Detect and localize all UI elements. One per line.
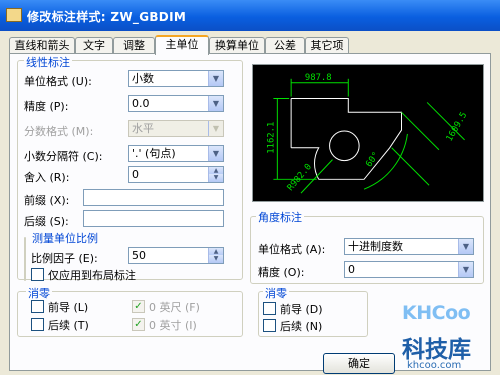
inches-zero-label: 0 英寸 (I) — [149, 319, 197, 332]
fraction-format-select: 水平 ▼ — [128, 120, 224, 137]
watermark-url: khcoo.com — [407, 360, 462, 371]
leading-zero-checkbox[interactable] — [31, 300, 44, 313]
tab-alternate-units[interactable]: 换算单位 — [209, 37, 265, 54]
unit-format-label: 单位格式 (U): — [24, 75, 92, 88]
prefix-label: 前缀 (X): — [24, 194, 70, 207]
angular-unit-format-value: 十进制度数 — [348, 240, 403, 253]
angular-trailing-zero-label: 后续 (N) — [280, 320, 323, 333]
round-off-label: 舍入 (R): — [24, 171, 70, 184]
tab-other[interactable]: 其它项 — [305, 37, 349, 54]
angular-precision-value: 0 — [348, 263, 355, 276]
precision-label: 精度 (P): — [24, 100, 69, 113]
decimal-separator-value: '.' (句点) — [132, 147, 176, 160]
scale-group-title: 测量单位比例 — [30, 230, 100, 246]
spin-down-icon[interactable]: ▼ — [208, 255, 223, 263]
preview-dim-angle: 60° — [364, 150, 381, 169]
chevron-down-icon: ▼ — [208, 71, 223, 86]
tab-lines-arrows[interactable]: 直线和箭头 — [9, 37, 75, 54]
trailing-zero-label: 后续 (T) — [48, 319, 89, 332]
tab-tolerances[interactable]: 公差 — [265, 37, 305, 54]
fraction-format-value: 水平 — [132, 122, 154, 135]
precision-select[interactable]: 0.0 ▼ — [128, 95, 224, 112]
app-icon — [6, 8, 22, 22]
chevron-down-icon: ▼ — [208, 96, 223, 111]
feet-zero-checkbox: ✓ — [132, 300, 145, 313]
angular-unit-format-label: 单位格式 (A): — [258, 243, 326, 256]
scale-factor-spinner[interactable]: 50 ▲ ▼ — [128, 247, 224, 264]
feet-zero-label: 0 英尺 (F) — [149, 301, 200, 314]
unit-format-select[interactable]: 小数 ▼ — [128, 70, 224, 87]
layout-only-checkbox[interactable] — [31, 268, 44, 281]
unit-format-value: 小数 — [132, 72, 154, 85]
angular-group-title: 角度标注 — [256, 209, 304, 225]
prefix-input[interactable] — [83, 189, 224, 206]
tab-text[interactable]: 文字 — [75, 37, 113, 54]
linear-group-title: 线性标注 — [24, 54, 72, 70]
chevron-down-icon: ▼ — [458, 239, 473, 254]
watermark-brand: KHCoo — [402, 302, 471, 324]
decimal-separator-select[interactable]: '.' (句点) ▼ — [128, 145, 224, 162]
fraction-format-label: 分数格式 (M): — [24, 125, 94, 138]
preview-dim-bottom: R982.0 — [286, 162, 314, 193]
suffix-label: 后缀 (S): — [24, 215, 69, 228]
chevron-down-icon: ▼ — [208, 146, 223, 161]
layout-only-label: 仅应用到布局标注 — [48, 269, 136, 282]
scale-factor-label: 比例因子 (E): — [31, 252, 98, 265]
chevron-down-icon: ▼ — [208, 121, 223, 136]
round-off-value: 0 — [132, 168, 139, 181]
window-title: 修改标注样式: ZW_GBDIM — [27, 10, 187, 24]
preview-dim-top: 987.8 — [305, 73, 332, 83]
title-bar: 修改标注样式: ZW_GBDIM — [0, 0, 500, 31]
dimension-preview: 987.8 1162.1 1609.5 R982.0 60° — [252, 64, 484, 202]
preview-dim-right: 1609.5 — [445, 111, 470, 144]
leading-zero-label: 前导 (L) — [48, 301, 89, 314]
angular-leading-zero-label: 前导 (D) — [280, 303, 323, 316]
angular-zero-suppression-title: 消零 — [263, 285, 289, 301]
trailing-zero-checkbox[interactable] — [31, 318, 44, 331]
scale-group — [24, 237, 26, 281]
round-off-spinner[interactable]: 0 ▲ ▼ — [128, 166, 224, 183]
scale-factor-value: 50 — [132, 249, 146, 262]
angular-leading-zero-checkbox[interactable] — [263, 302, 276, 315]
inches-zero-checkbox: ✓ — [132, 318, 145, 331]
angular-trailing-zero-checkbox[interactable] — [263, 319, 276, 332]
suffix-input[interactable] — [83, 210, 224, 227]
watermark-cn: 科技库 — [402, 337, 471, 363]
preview-dim-left: 1162.1 — [266, 122, 276, 154]
angular-precision-select[interactable]: 0 ▼ — [344, 261, 474, 278]
angular-unit-format-select[interactable]: 十进制度数 ▼ — [344, 238, 474, 255]
preview-circle — [329, 130, 360, 162]
spin-down-icon[interactable]: ▼ — [208, 174, 223, 182]
tab-primary-units[interactable]: 主单位 — [155, 35, 209, 55]
tab-fit[interactable]: 调整 — [113, 37, 155, 54]
decimal-separator-label: 小数分隔符 (C): — [24, 150, 103, 163]
precision-value: 0.0 — [132, 97, 150, 110]
ok-button[interactable]: 确定 — [323, 353, 395, 374]
chevron-down-icon: ▼ — [458, 262, 473, 277]
angular-precision-label: 精度 (O): — [258, 266, 305, 279]
